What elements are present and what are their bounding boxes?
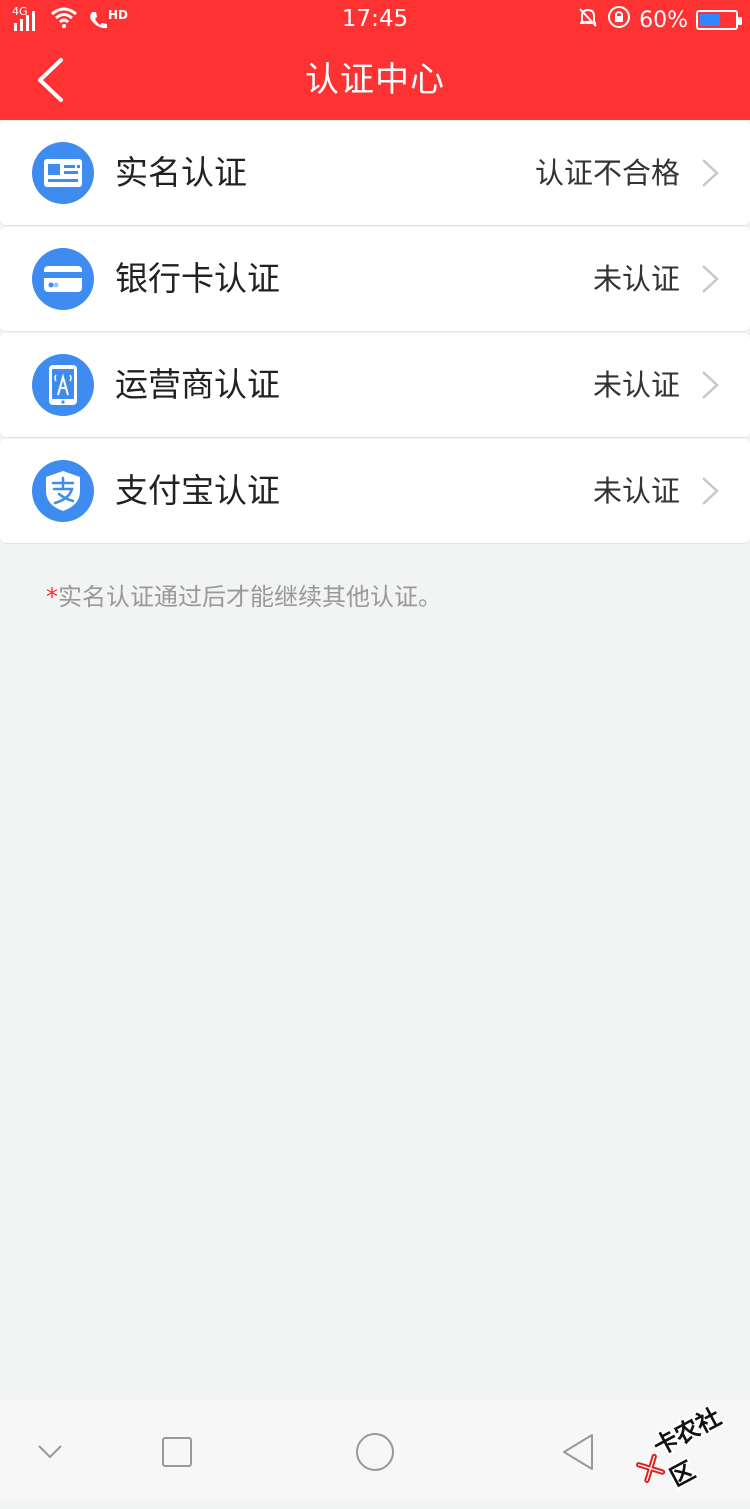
chevron-right-icon	[702, 477, 719, 505]
list-item-bank-card[interactable]: 银行卡认证 未认证	[0, 227, 750, 331]
nav-recents-button[interactable]	[155, 1430, 199, 1474]
item-label: 运营商认证	[115, 365, 280, 404]
page-title: 认证中心	[305, 60, 445, 100]
square-icon	[162, 1437, 192, 1467]
chevron-right-icon	[702, 265, 719, 293]
triangle-left-icon	[563, 1434, 593, 1470]
item-status: 认证不合格	[534, 156, 680, 190]
nav-home-button[interactable]	[353, 1430, 397, 1474]
list-item-carrier[interactable]: 运营商认证 未认证	[0, 333, 750, 437]
chevron-down-icon	[38, 1445, 62, 1459]
chevron-right-icon	[702, 159, 719, 187]
app-header: 4G HD 17:45 60% 认证中心	[0, 0, 750, 120]
verification-list: 实名认证 认证不合格 银行卡认证 未认证 运营商认证 未认证 支付宝认证 未认证	[0, 121, 750, 545]
verification-note: *实名认证通过后才能继续其他认证。	[46, 577, 442, 612]
navbar: 认证中心	[0, 40, 750, 120]
battery-fill	[700, 14, 721, 26]
item-status: 未认证	[592, 368, 680, 402]
list-item-alipay[interactable]: 支付宝认证 未认证	[0, 439, 750, 543]
note-text: 实名认证通过后才能继续其他认证。	[58, 583, 442, 611]
mute-bell-icon	[577, 6, 599, 34]
carrier-phone-icon	[32, 354, 94, 416]
alipay-shield-icon	[32, 460, 94, 522]
item-label: 支付宝认证	[115, 471, 280, 510]
bank-card-icon	[32, 248, 94, 310]
item-label: 银行卡认证	[115, 259, 280, 298]
item-label: 实名认证	[115, 153, 247, 192]
id-card-icon	[32, 142, 94, 204]
status-right: 60%	[577, 5, 742, 35]
required-star: *	[46, 583, 58, 611]
circle-icon	[356, 1433, 394, 1471]
item-status: 未认证	[592, 474, 680, 508]
chevron-right-icon	[702, 371, 719, 399]
list-item-real-name[interactable]: 实名认证 认证不合格	[0, 121, 750, 225]
battery-icon	[696, 10, 742, 30]
battery-percent: 60%	[639, 7, 688, 33]
nav-back-button[interactable]	[556, 1430, 600, 1474]
status-bar: 4G HD 17:45 60%	[0, 0, 750, 40]
nav-collapse-button[interactable]	[28, 1430, 72, 1474]
rotation-lock-icon	[607, 5, 631, 35]
item-status: 未认证	[592, 262, 680, 296]
